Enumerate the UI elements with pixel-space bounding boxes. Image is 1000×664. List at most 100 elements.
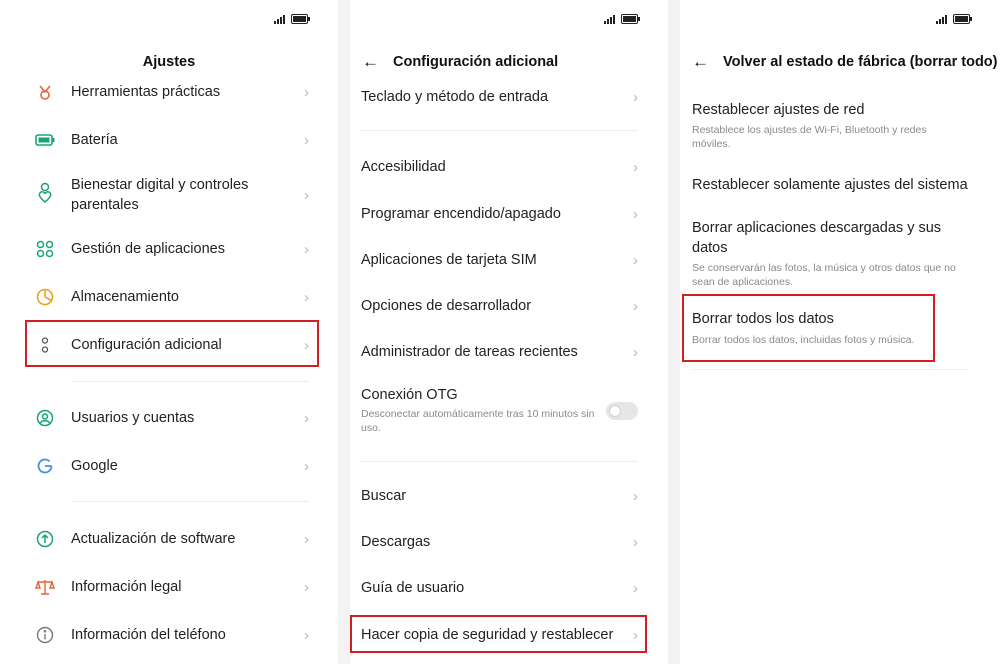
settings-item-phone-info[interactable]: Información del teléfono ›	[25, 623, 319, 647]
reset-option-label: Restablecer solamente ajustes del sistem…	[692, 177, 968, 193]
wellbeing-icon	[35, 182, 55, 203]
highlight-box	[25, 320, 319, 367]
legal-icon	[35, 577, 55, 597]
menu-item-label: Aplicaciones de tarjeta SIM	[361, 252, 537, 268]
signal-icon	[274, 14, 285, 24]
menu-item-otg[interactable]: Conexión OTG Desconectar automáticamente…	[350, 385, 648, 437]
reset-option-network[interactable]: Restablecer ajustes de red Restablece lo…	[680, 100, 980, 156]
chevron-right-icon: ›	[304, 186, 309, 204]
menu-item-label: Guía de usuario	[361, 580, 465, 596]
reset-option-system-settings[interactable]: Restablecer solamente ajustes del sistem…	[680, 175, 980, 199]
back-arrow-icon[interactable]: ←	[692, 53, 709, 70]
chevron-right-icon: ›	[633, 297, 638, 315]
menu-item-schedule-power[interactable]: Programar encendido/apagado ›	[350, 202, 648, 226]
settings-item-battery[interactable]: Batería ›	[25, 128, 319, 152]
chevron-right-icon: ›	[633, 88, 638, 106]
menu-item-sim-apps[interactable]: Aplicaciones de tarjeta SIM ›	[350, 248, 648, 272]
settings-item-label: Usuarios y cuentas	[71, 410, 195, 426]
settings-item-storage[interactable]: Almacenamiento ›	[25, 285, 319, 309]
settings-item-label: Almacenamiento	[71, 289, 179, 305]
settings-item-wellbeing[interactable]: Bienestar digital y controles parentales…	[25, 173, 319, 217]
chevron-right-icon: ›	[304, 240, 309, 258]
settings-item-apps[interactable]: Gestión de aplicaciones ›	[25, 237, 319, 261]
chevron-right-icon: ›	[633, 158, 638, 176]
menu-item-label: Programar encendido/apagado	[361, 206, 561, 222]
battery-status-icon	[621, 14, 640, 24]
chevron-right-icon: ›	[304, 288, 309, 306]
menu-item-recent-tasks[interactable]: Administrador de tareas recientes ›	[350, 340, 648, 364]
google-icon	[35, 456, 55, 476]
menu-item-search[interactable]: Buscar ›	[350, 484, 648, 508]
menu-item-user-guide[interactable]: Guía de usuario ›	[350, 576, 648, 600]
settings-item-legal[interactable]: Información legal ›	[25, 575, 319, 599]
settings-item-label: Actualización de software	[71, 531, 236, 547]
chevron-right-icon: ›	[304, 131, 309, 149]
settings-item-label: Google	[71, 458, 118, 474]
info-icon	[35, 625, 55, 645]
page-title: Volver al estado de fábrica (borrar todo…	[723, 53, 998, 70]
menu-item-description: Desconectar automáticamente tras 10 minu…	[361, 408, 595, 434]
page-title: Configuración adicional	[393, 53, 559, 70]
settings-item-update[interactable]: Actualización de software ›	[25, 527, 319, 551]
menu-item-label: Accesibilidad	[361, 159, 446, 175]
status-bar	[604, 12, 640, 26]
otg-toggle[interactable]	[606, 402, 638, 420]
chevron-right-icon: ›	[304, 457, 309, 475]
settings-item-google[interactable]: Google ›	[25, 454, 319, 478]
back-arrow-icon[interactable]: ←	[362, 53, 379, 70]
panel-separator	[668, 0, 680, 664]
reset-option-label: Borrar aplicaciones descargadas y sus da…	[692, 220, 942, 256]
additional-settings-panel: ← Configuración adicional Teclado y méto…	[350, 0, 668, 664]
menu-item-label: Descargas	[361, 534, 431, 550]
chevron-right-icon: ›	[633, 251, 638, 269]
chevron-right-icon: ›	[304, 83, 309, 101]
battery-status-icon	[953, 14, 972, 24]
battery-icon	[35, 130, 55, 150]
chevron-right-icon: ›	[304, 578, 309, 596]
reset-option-label: Restablecer ajustes de red	[692, 102, 865, 118]
menu-item-developer-options[interactable]: Opciones de desarrollador ›	[350, 294, 648, 318]
chevron-right-icon: ›	[633, 343, 638, 361]
storage-icon	[35, 287, 55, 307]
settings-item-users[interactable]: Usuarios y cuentas ›	[25, 406, 319, 430]
highlight-box	[350, 615, 647, 653]
menu-item-keyboard[interactable]: Teclado y método de entrada ›	[350, 85, 648, 109]
signal-icon	[936, 14, 947, 24]
menu-item-label: Opciones de desarrollador	[361, 298, 532, 314]
status-bar	[274, 12, 310, 26]
menu-item-accessibility[interactable]: Accesibilidad ›	[350, 155, 648, 179]
chevron-right-icon: ›	[633, 533, 638, 551]
apps-grid-icon	[35, 239, 55, 259]
chevron-right-icon: ›	[633, 487, 638, 505]
menu-item-label: Conexión OTG	[361, 387, 458, 403]
tools-icon	[35, 82, 55, 102]
update-icon	[35, 529, 55, 549]
menu-item-label: Administrador de tareas recientes	[361, 344, 578, 360]
chevron-right-icon: ›	[633, 579, 638, 597]
factory-reset-panel: ← Volver al estado de fábrica (borrar to…	[680, 0, 1000, 664]
signal-icon	[604, 14, 615, 24]
settings-panel: Ajustes Herramientas prácticas › Batería…	[0, 0, 338, 664]
menu-item-downloads[interactable]: Descargas ›	[350, 530, 648, 554]
divider	[692, 369, 968, 370]
settings-item-label: Gestión de aplicaciones	[71, 241, 225, 257]
settings-item-label: Batería	[71, 132, 118, 148]
settings-item-tools[interactable]: Herramientas prácticas ›	[25, 80, 319, 104]
highlight-box	[682, 294, 935, 362]
settings-item-label: Información legal	[71, 579, 182, 595]
page-header: ← Volver al estado de fábrica (borrar to…	[692, 53, 998, 70]
divider	[71, 501, 309, 502]
reset-option-downloaded-apps[interactable]: Borrar aplicaciones descargadas y sus da…	[680, 218, 980, 290]
chevron-right-icon: ›	[304, 626, 309, 644]
settings-item-label: Herramientas prácticas	[71, 84, 221, 100]
chevron-right-icon: ›	[304, 530, 309, 548]
reset-option-description: Se conservarán las fotos, la música y ot…	[692, 262, 956, 288]
status-bar	[936, 12, 972, 26]
settings-item-label: Bienestar digital y controles parentales	[71, 177, 249, 213]
divider	[71, 381, 309, 382]
menu-item-label: Buscar	[361, 488, 407, 504]
chevron-right-icon: ›	[304, 409, 309, 427]
divider	[361, 461, 638, 462]
chevron-right-icon: ›	[633, 205, 638, 223]
settings-item-label: Información del teléfono	[71, 627, 226, 643]
